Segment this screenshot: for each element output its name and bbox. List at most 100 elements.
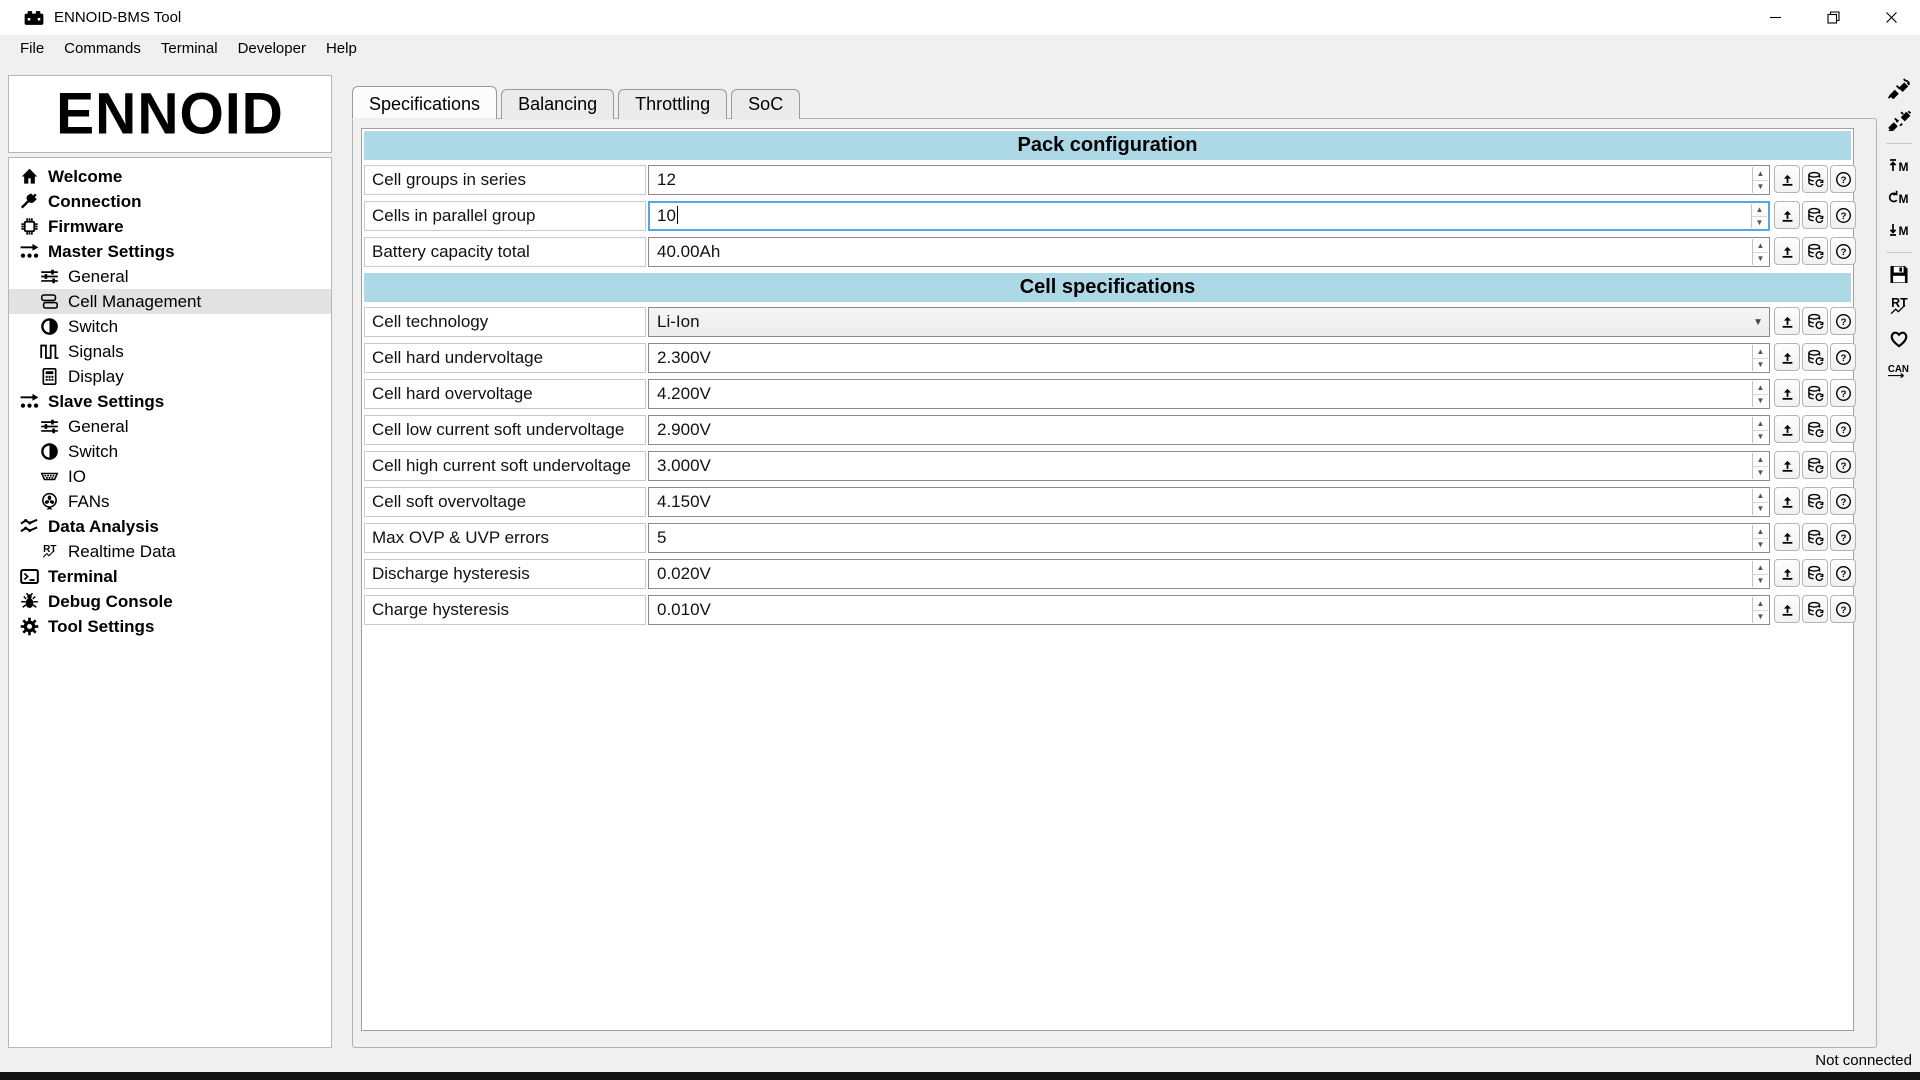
sidebar-item-master-settings[interactable]: Master Settings [9,239,331,264]
spin-down-icon[interactable]: ▼ [1753,253,1768,266]
sidebar-item-connection[interactable]: Connection [9,189,331,214]
tab-throttling[interactable]: Throttling [618,89,727,119]
help-button[interactable]: ? [1830,559,1856,587]
tab-balancing[interactable]: Balancing [501,89,614,119]
restore-default-button[interactable] [1802,415,1828,443]
minimize-icon[interactable] [1746,0,1804,35]
spin-down-icon[interactable]: ▼ [1752,217,1767,229]
spin-up-icon[interactable]: ▲ [1753,167,1768,181]
connect-button[interactable] [1882,75,1916,102]
spin-down-icon[interactable]: ▼ [1753,503,1768,516]
write-value-button[interactable] [1774,487,1800,515]
disconnect-button[interactable] [1882,107,1916,134]
help-button[interactable]: ? [1830,415,1856,443]
cell-high-current-soft-undervoltage-input[interactable]: 3.000V▲▼ [648,451,1770,481]
help-button[interactable]: ? [1830,201,1856,229]
menu-terminal[interactable]: Terminal [151,36,228,61]
sidebar-item-firmware[interactable]: Firmware [9,214,331,239]
discharge-hysteresis-input[interactable]: 0.020V▲▼ [648,559,1770,589]
realtime-data-button[interactable]: RT [1882,293,1916,320]
read-master-button[interactable]: M [1882,216,1916,243]
restore-default-button[interactable] [1802,523,1828,551]
write-value-button[interactable] [1774,415,1800,443]
sidebar-item-terminal[interactable]: Terminal [9,564,331,589]
help-button[interactable]: ? [1830,451,1856,479]
tab-soc[interactable]: SoC [731,89,800,119]
spin-down-icon[interactable]: ▼ [1753,611,1768,624]
restore-default-button[interactable] [1802,201,1828,229]
charge-hysteresis-input[interactable]: 0.010V▲▼ [648,595,1770,625]
close-icon[interactable] [1862,0,1920,35]
sidebar-item-debug-console[interactable]: Debug Console [9,589,331,614]
cell-low-current-soft-undervoltage-input[interactable]: 2.900V▲▼ [648,415,1770,445]
cell-hard-undervoltage-input[interactable]: 2.300V▲▼ [648,343,1770,373]
cell-groups-in-series-input[interactable]: 12▲▼ [648,165,1770,195]
help-button[interactable]: ? [1830,379,1856,407]
spin-up-icon[interactable]: ▲ [1752,204,1767,217]
help-button[interactable]: ? [1830,595,1856,623]
cell-soft-overvoltage-input[interactable]: 4.150V▲▼ [648,487,1770,517]
max-ovp-uvp-errors-input[interactable]: 5▲▼ [648,523,1770,553]
spin-up-icon[interactable]: ▲ [1753,525,1768,539]
write-value-button[interactable] [1774,165,1800,193]
tab-specifications[interactable]: Specifications [352,86,497,120]
restore-default-button[interactable] [1802,451,1828,479]
sidebar-item-realtime-data[interactable]: RT Realtime Data [9,539,331,564]
spin-up-icon[interactable]: ▲ [1753,345,1768,359]
write-value-button[interactable] [1774,237,1800,265]
sidebar-item-switch[interactable]: Switch [9,314,331,339]
write-value-button[interactable] [1774,201,1800,229]
restore-default-button[interactable] [1802,237,1828,265]
sidebar-item-fans[interactable]: FANs [9,489,331,514]
write-value-button[interactable] [1774,343,1800,371]
sidebar-item-welcome[interactable]: Welcome [9,164,331,189]
spin-down-icon[interactable]: ▼ [1753,431,1768,444]
dropdown-arrow-icon[interactable]: ▼ [1753,308,1763,336]
spin-down-icon[interactable]: ▼ [1753,575,1768,588]
spin-down-icon[interactable]: ▼ [1753,359,1768,372]
restore-default-button[interactable] [1802,165,1828,193]
restore-default-button[interactable] [1802,559,1828,587]
cell-technology-input[interactable]: Li-Ion▼ [648,307,1770,337]
sidebar-item-data-analysis[interactable]: Data Analysis [9,514,331,539]
help-button[interactable]: ? [1830,237,1856,265]
sidebar-item-tool-settings[interactable]: Tool Settings [9,614,331,639]
spin-up-icon[interactable]: ▲ [1753,489,1768,503]
cell-hard-overvoltage-input[interactable]: 4.200V▲▼ [648,379,1770,409]
write-value-button[interactable] [1774,451,1800,479]
save-button[interactable] [1882,261,1916,288]
cells-in-parallel-group-input[interactable]: 10▲▼ [648,201,1770,231]
spin-down-icon[interactable]: ▼ [1753,467,1768,480]
write-value-button[interactable] [1774,559,1800,587]
restore-default-button[interactable] [1802,307,1828,335]
sidebar-item-switch[interactable]: Switch [9,439,331,464]
restore-default-button[interactable] [1802,595,1828,623]
spin-up-icon[interactable]: ▲ [1753,597,1768,611]
write-value-button[interactable] [1774,523,1800,551]
restore-default-button[interactable] [1802,343,1828,371]
favorite-button[interactable] [1882,325,1916,352]
spin-up-icon[interactable]: ▲ [1753,453,1768,467]
help-button[interactable]: ? [1830,307,1856,335]
spin-down-icon[interactable]: ▼ [1753,395,1768,408]
sidebar-item-display[interactable]: Display [9,364,331,389]
menu-file[interactable]: File [10,36,54,61]
sidebar-item-general[interactable]: General [9,414,331,439]
write-value-button[interactable] [1774,307,1800,335]
spin-up-icon[interactable]: ▲ [1753,381,1768,395]
spin-up-icon[interactable]: ▲ [1753,561,1768,575]
help-button[interactable]: ? [1830,523,1856,551]
spin-down-icon[interactable]: ▼ [1753,539,1768,552]
spin-down-icon[interactable]: ▼ [1753,181,1768,194]
reload-master-button[interactable]: M [1882,184,1916,211]
sidebar-item-slave-settings[interactable]: Slave Settings [9,389,331,414]
help-button[interactable]: ? [1830,165,1856,193]
sidebar-item-cell-management[interactable]: Cell Management [9,289,331,314]
sidebar-item-general[interactable]: General [9,264,331,289]
sidebar-item-signals[interactable]: Signals [9,339,331,364]
menu-help[interactable]: Help [316,36,367,61]
write-value-button[interactable] [1774,595,1800,623]
battery-capacity-total-input[interactable]: 40.00Ah▲▼ [648,237,1770,267]
restore-default-button[interactable] [1802,379,1828,407]
restore-icon[interactable] [1804,0,1862,35]
